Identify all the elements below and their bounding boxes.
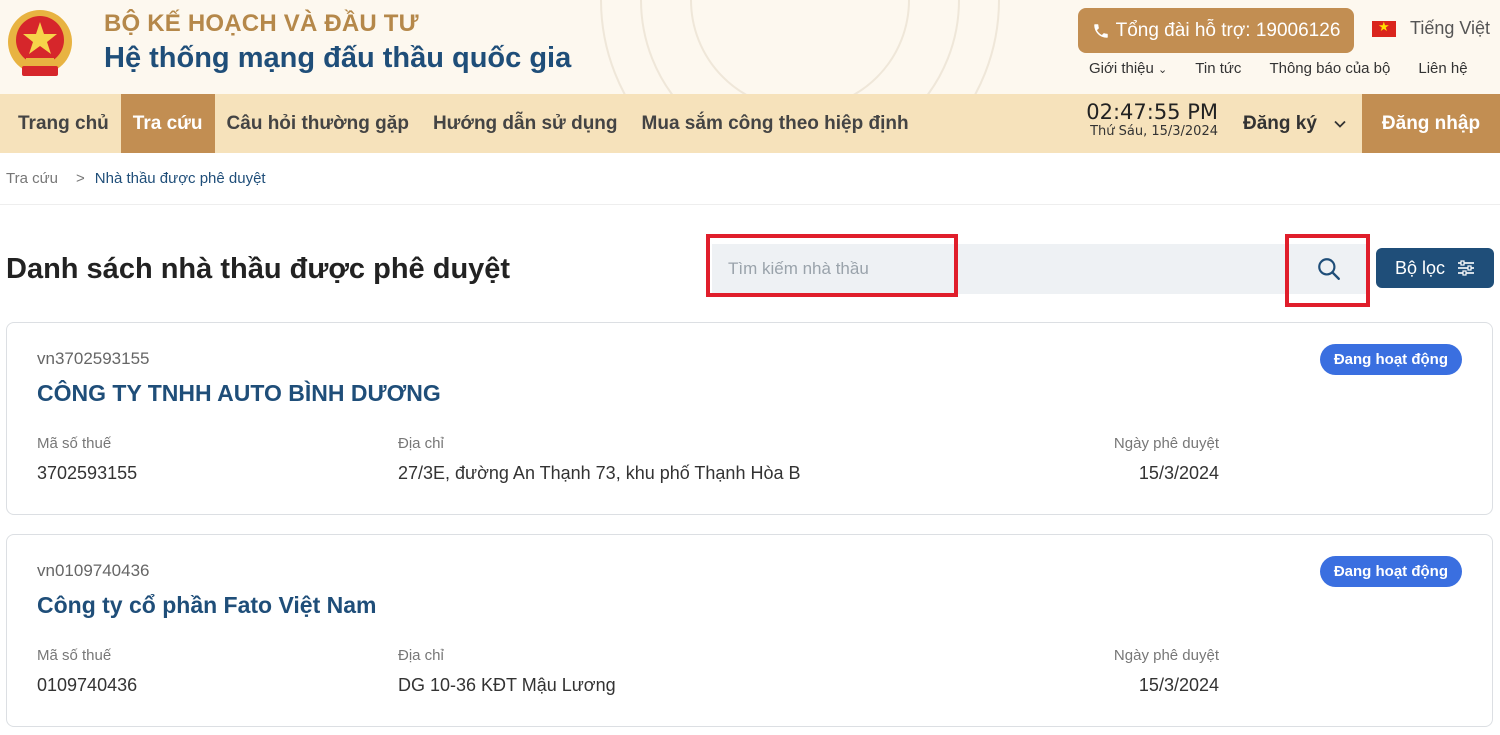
contractor-card[interactable]: vn0109740436 Công ty cổ phần Fato Việt N… (6, 534, 1493, 727)
hotline-label: Tổng đài hỗ trợ: 19006126 (1115, 19, 1341, 41)
title-row: Danh sách nhà thầu được phê duyệt Bộ lọc (0, 205, 1500, 323)
tax-label: Mã số thuế (37, 647, 112, 664)
status-badge: Đang hoạt động (1319, 344, 1462, 375)
status-badge: Đang hoạt động (1319, 556, 1462, 587)
top-link-news[interactable]: Tin tức (1195, 60, 1241, 77)
address-value: 27/3E, đường An Thạnh 73, khu phố Thạnh … (398, 463, 801, 483)
clock-time: 02:47:55 PM (1086, 100, 1218, 124)
sliders-icon (1458, 260, 1475, 276)
header: BỘ KẾ HOẠCH VÀ ĐẦU TƯ Hệ thống mạng đấu … (0, 0, 1500, 94)
approval-date-value: 15/3/2024 (1138, 463, 1219, 483)
phone-icon (1093, 23, 1108, 38)
top-links: Giới thiệu ⌄ Tin tức Thông báo của bộ Li… (1089, 60, 1468, 77)
contractor-code: vn3702593155 (37, 349, 150, 368)
tax-value: 0109740436 (37, 675, 138, 695)
filter-label: Bộ lọc (1394, 257, 1446, 278)
breadcrumb-separator: > (76, 170, 85, 187)
main-nav: Trang chủ Tra cứu Câu hỏi thường gặp Hướ… (0, 94, 1500, 153)
register-dropdown[interactable]: Đăng ký (1243, 94, 1347, 153)
nav-item-faq[interactable]: Câu hỏi thường gặp (215, 94, 421, 153)
contractor-card[interactable]: vn3702593155 CÔNG TY TNHH AUTO BÌNH DƯƠN… (6, 322, 1493, 515)
chevron-down-icon: ⌄ (1158, 64, 1168, 76)
language-switcher[interactable]: Tiếng Việt (1372, 18, 1490, 39)
system-name[interactable]: Hệ thống mạng đấu thầu quốc gia (104, 42, 571, 75)
tax-label: Mã số thuế (37, 435, 112, 452)
nav-item-procurement-agreement[interactable]: Mua sắm công theo hiệp định (630, 94, 921, 153)
vietnam-flag-icon (1372, 19, 1396, 37)
breadcrumb: Tra cứu > Nhà thầu được phê duyệt (0, 153, 1500, 205)
register-label: Đăng ký (1243, 112, 1317, 134)
language-label: Tiếng Việt (1410, 18, 1491, 38)
page-title: Danh sách nhà thầu được phê duyệt (6, 253, 511, 285)
clock: 02:47:55 PM Thứ Sáu, 15/3/2024 (1074, 100, 1218, 139)
address-value: DG 10-36 KĐT Mậu Lương (398, 675, 616, 695)
approval-date-label: Ngày phê duyệt (1113, 435, 1219, 452)
nav-item-guide[interactable]: Hướng dẫn sử dụng (421, 94, 630, 153)
top-link-label: Giới thiệu (1089, 60, 1154, 77)
address-label: Địa chỉ (398, 435, 444, 452)
top-link-contact[interactable]: Liên hệ (1418, 60, 1467, 77)
top-link-about[interactable]: Giới thiệu ⌄ (1089, 60, 1167, 77)
contractor-name[interactable]: CÔNG TY TNHH AUTO BÌNH DƯƠNG (37, 380, 441, 407)
contractor-name[interactable]: Công ty cổ phần Fato Việt Nam (37, 592, 377, 619)
clock-date: Thứ Sáu, 15/3/2024 (1090, 124, 1218, 139)
nav-item-home[interactable]: Trang chủ (0, 94, 121, 153)
breadcrumb-lookup[interactable]: Tra cứu (6, 170, 58, 187)
top-link-ministry-notice[interactable]: Thông báo của bộ (1269, 60, 1390, 77)
search-input-highlight (706, 234, 958, 297)
search-button-highlight (1285, 234, 1370, 307)
tax-value: 3702593155 (37, 463, 138, 483)
nav-item-lookup[interactable]: Tra cứu (120, 94, 215, 153)
contractor-code: vn0109740436 (37, 561, 150, 580)
national-emblem-logo[interactable] (6, 8, 74, 82)
approval-date-value: 15/3/2024 (1138, 675, 1219, 695)
breadcrumb-current: Nhà thầu được phê duyệt (94, 170, 266, 187)
hotline-button[interactable]: Tổng đài hỗ trợ: 19006126 (1078, 8, 1354, 53)
chevron-down-icon (1334, 120, 1346, 128)
address-label: Địa chỉ (398, 647, 444, 664)
approval-date-label: Ngày phê duyệt (1113, 647, 1219, 664)
ministry-name: BỘ KẾ HOẠCH VÀ ĐẦU TƯ (104, 10, 419, 37)
filter-button[interactable]: Bộ lọc (1376, 248, 1494, 288)
login-button[interactable]: Đăng nhập (1362, 94, 1500, 153)
